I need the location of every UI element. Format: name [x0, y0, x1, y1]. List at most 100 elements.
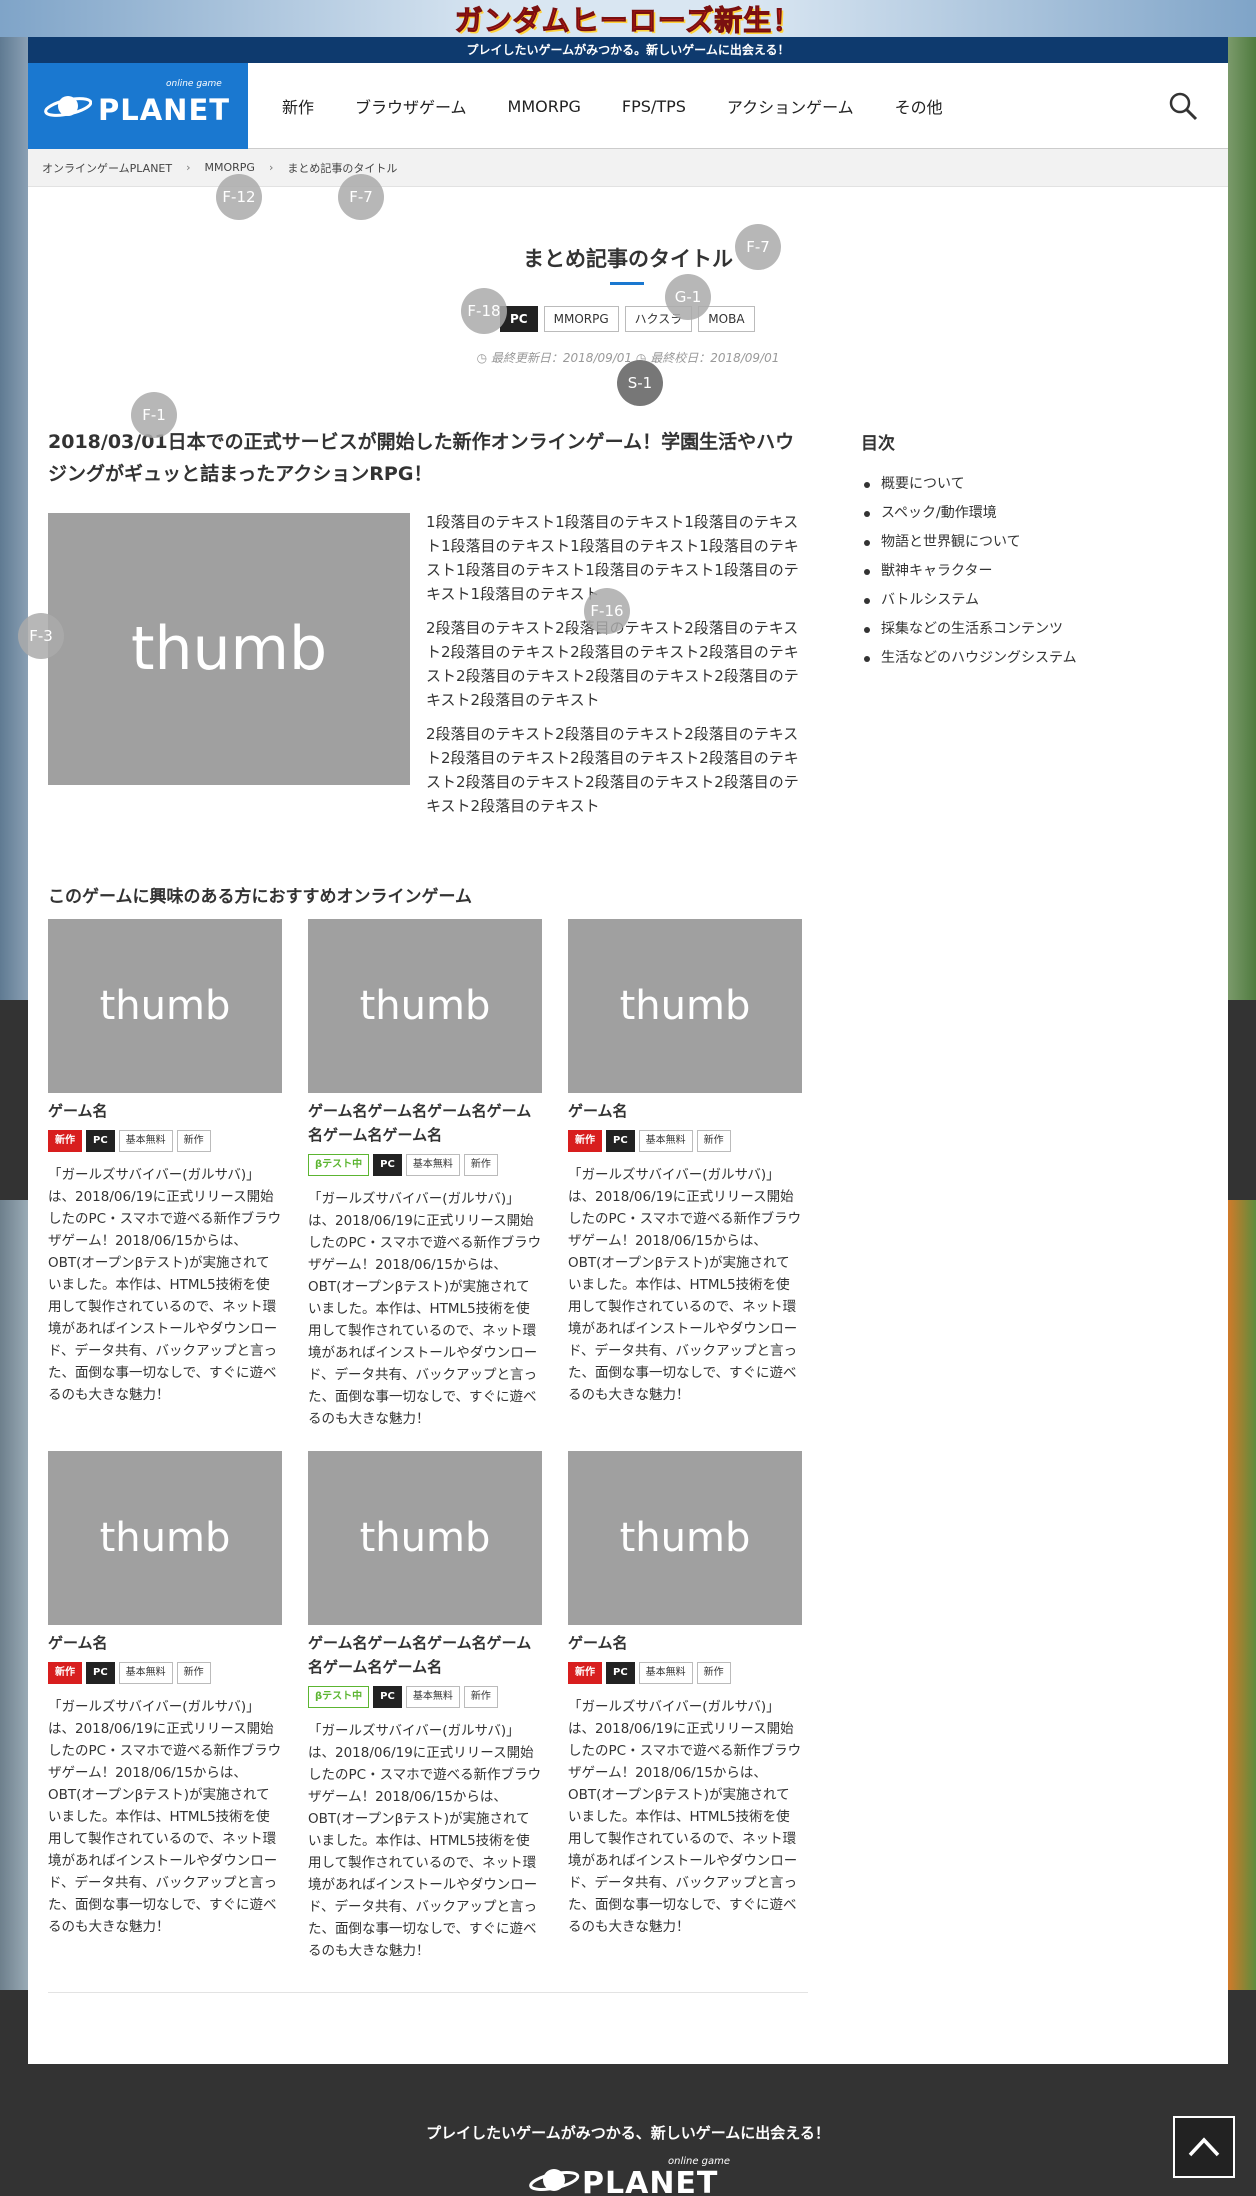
- toc-heading: 目次: [861, 434, 895, 454]
- tag-new: 新作: [48, 1662, 82, 1684]
- footer-logo-text: PLANET: [582, 2166, 719, 2196]
- main-content: オンラインゲームPLANET › MMORPG › まとめ記事のタイトル まとめ…: [28, 149, 1228, 2064]
- breadcrumb: オンラインゲームPLANET › MMORPG › まとめ記事のタイトル: [28, 149, 1228, 187]
- toc-item[interactable]: バトルシステム: [861, 586, 1161, 615]
- game-card[interactable]: thumb ゲーム名ゲーム名ゲーム名ゲーム名ゲーム名ゲーム名 βテスト中 PC …: [308, 1451, 542, 1962]
- nav-other[interactable]: その他: [895, 94, 943, 118]
- card-tags: 新作 PC 基本無料 新作: [568, 1662, 802, 1684]
- section-divider: [48, 1992, 808, 1993]
- chevron-right-icon: ›: [268, 161, 274, 174]
- game-card[interactable]: thumb ゲーム名ゲーム名ゲーム名ゲーム名ゲーム名ゲーム名 βテスト中 PC …: [308, 919, 542, 1430]
- site-header: online game PLANET 新作 ブラウザゲーム MMORPG FPS…: [28, 63, 1228, 149]
- tag-new-outline: 新作: [463, 1154, 498, 1176]
- card-description: 「ガールズサバイバー(ガルサバ)」は、2018/06/19に正式リリース開始した…: [568, 1167, 802, 1403]
- nav-mmorpg[interactable]: MMORPG: [508, 97, 581, 116]
- card-description: 「ガールズサバイバー(ガルサバ)」は、2018/06/19に正式リリース開始した…: [48, 1167, 282, 1403]
- tag-pc: PC: [373, 1686, 402, 1708]
- page-title: まとめ記事のタイトル: [523, 247, 733, 271]
- back-to-top-button[interactable]: [1173, 2116, 1235, 2178]
- tag-pc: PC: [606, 1130, 635, 1152]
- logo-text: PLANET: [98, 93, 231, 127]
- arrow-up-icon: [1188, 2137, 1220, 2157]
- game-card[interactable]: thumb ゲーム名 新作 PC 基本無料 新作 「ガールズサバイバー(ガルサバ…: [48, 919, 282, 1406]
- card-thumbnail[interactable]: thumb: [48, 919, 282, 1093]
- card-thumbnail[interactable]: thumb: [48, 1451, 282, 1625]
- card-game-name[interactable]: ゲーム名: [568, 1631, 802, 1655]
- footer-logo[interactable]: online game PLANET: [516, 2156, 756, 2196]
- toc-item[interactable]: スペック/動作環境: [861, 499, 1161, 528]
- tag-new-outline: 新作: [463, 1686, 498, 1708]
- top-banner[interactable]: ガンダムヒーローズ新生！: [0, 0, 1256, 37]
- tag-pc: PC: [373, 1154, 402, 1176]
- breadcrumb-current: まとめ記事のタイトル: [287, 161, 398, 175]
- tag-free: 基本無料: [118, 1662, 173, 1684]
- tag-free: 基本無料: [118, 1130, 173, 1152]
- tag-mmorpg[interactable]: MMORPG: [543, 306, 619, 332]
- game-card[interactable]: thumb ゲーム名 新作 PC 基本無料 新作 「ガールズサバイバー(ガルサバ…: [568, 919, 802, 1406]
- toc-item[interactable]: 採集などの生活系コンテンツ: [861, 615, 1161, 644]
- annotation-badge: F-7: [338, 174, 384, 220]
- card-thumbnail[interactable]: thumb: [308, 919, 542, 1093]
- card-tags: βテスト中 PC 基本無料 新作: [308, 1154, 542, 1176]
- logo-subtitle: online game: [166, 79, 222, 89]
- annotation-badge: F-1: [131, 392, 177, 438]
- site-tagline: プレイしたいゲームがみつかる。新しいゲームに出会える！: [28, 37, 1228, 63]
- game-card[interactable]: thumb ゲーム名 新作 PC 基本無料 新作 「ガールズサバイバー(ガルサバ…: [48, 1451, 282, 1938]
- search-icon[interactable]: [1168, 91, 1198, 121]
- article-thumbnail: thumb: [48, 513, 410, 785]
- nav-new[interactable]: 新作: [282, 94, 314, 118]
- clock-icon: ◷: [476, 351, 491, 365]
- annotation-badge: F-18: [461, 288, 507, 334]
- tag-beta: βテスト中: [308, 1686, 370, 1708]
- tag-new: 新作: [48, 1130, 82, 1152]
- card-description: 「ガールズサバイバー(ガルサバ)」は、2018/06/19に正式リリース開始した…: [48, 1699, 282, 1935]
- annotation-badge: F-16: [584, 588, 630, 634]
- card-tags: 新作 PC 基本無料 新作: [48, 1662, 282, 1684]
- updated-date: 最終更新日：2018/09/01: [490, 351, 633, 365]
- toc-item[interactable]: 物語と世界観について: [861, 528, 1161, 557]
- article-tags: PC MMORPG ハクスラ MOBA: [500, 306, 755, 332]
- annotation-badge: S-1: [617, 360, 663, 406]
- toc-item[interactable]: 獣神キャラクター: [861, 557, 1161, 586]
- card-thumbnail[interactable]: thumb: [568, 919, 802, 1093]
- card-description: 「ガールズサバイバー(ガルサバ)」は、2018/06/19に正式リリース開始した…: [308, 1191, 542, 1427]
- tag-free: 基本無料: [405, 1686, 460, 1708]
- tag-free: 基本無料: [638, 1130, 693, 1152]
- main-nav: 新作 ブラウザゲーム MMORPG FPS/TPS アクションゲーム その他: [282, 63, 984, 149]
- tag-free: 基本無料: [405, 1154, 460, 1176]
- card-game-name[interactable]: ゲーム名ゲーム名ゲーム名ゲーム名ゲーム名ゲーム名: [308, 1099, 542, 1147]
- article-body: 1段落目のテキスト1段落目のテキスト1段落目のテキスト1段落目のテキスト1段落目…: [426, 510, 808, 828]
- tag-new-outline: 新作: [176, 1662, 211, 1684]
- nav-action-games[interactable]: アクションゲーム: [727, 94, 854, 118]
- nav-browser-games[interactable]: ブラウザゲーム: [355, 94, 467, 118]
- card-description: 「ガールズサバイバー(ガルサバ)」は、2018/06/19に正式リリース開始した…: [308, 1723, 542, 1959]
- card-thumbnail[interactable]: thumb: [308, 1451, 542, 1625]
- breadcrumb-mmorpg[interactable]: MMORPG: [205, 161, 255, 174]
- card-game-name[interactable]: ゲーム名ゲーム名ゲーム名ゲーム名ゲーム名ゲーム名: [308, 1631, 542, 1679]
- annotation-badge: F-7: [735, 224, 781, 270]
- card-tags: 新作 PC 基本無料 新作: [568, 1130, 802, 1152]
- tag-new-outline: 新作: [696, 1130, 731, 1152]
- recommend-heading: このゲームに興味のある方におすすめオンラインゲーム: [48, 887, 472, 907]
- tag-pc: PC: [86, 1662, 115, 1684]
- site-logo[interactable]: online game PLANET: [28, 63, 248, 149]
- tag-new-outline: 新作: [696, 1662, 731, 1684]
- banner-text: ガンダムヒーローズ新生！: [454, 3, 802, 37]
- card-game-name[interactable]: ゲーム名: [48, 1099, 282, 1123]
- card-tags: 新作 PC 基本無料 新作: [48, 1130, 282, 1152]
- card-game-name[interactable]: ゲーム名: [568, 1099, 802, 1123]
- tag-new: 新作: [568, 1662, 602, 1684]
- toc-item[interactable]: 概要について: [861, 470, 1161, 499]
- card-game-name[interactable]: ゲーム名: [48, 1631, 282, 1655]
- breadcrumb-home[interactable]: オンラインゲームPLANET: [42, 160, 172, 176]
- card-tags: βテスト中 PC 基本無料 新作: [308, 1686, 542, 1708]
- card-description: 「ガールズサバイバー(ガルサバ)」は、2018/06/19に正式リリース開始した…: [568, 1699, 802, 1935]
- nav-fps-tps[interactable]: FPS/TPS: [622, 97, 686, 116]
- chevron-right-icon: ›: [186, 161, 191, 174]
- game-card[interactable]: thumb ゲーム名 新作 PC 基本無料 新作 「ガールズサバイバー(ガルサバ…: [568, 1451, 802, 1938]
- footer-tagline: プレイしたいゲームがみつかる、新しいゲームに出会える！: [426, 2124, 830, 2142]
- card-thumbnail[interactable]: thumb: [568, 1451, 802, 1625]
- toc-item[interactable]: 生活などのハウジングシステム: [861, 644, 1161, 673]
- paragraph-3: 2段落目のテキスト2段落目のテキスト2段落目のテキスト2段落目のテキスト2段落目…: [426, 725, 799, 815]
- annotation-badge: G-1: [665, 274, 711, 320]
